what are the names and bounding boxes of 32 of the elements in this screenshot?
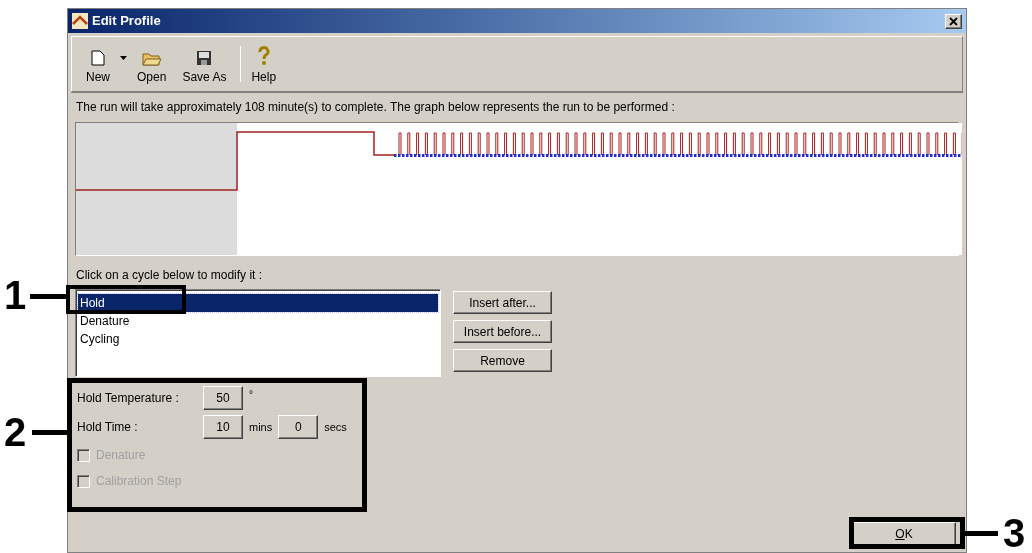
field-label: Hold Temperature : — [77, 390, 180, 407]
unit-label: mins — [249, 419, 273, 435]
question-mark-icon — [256, 46, 271, 66]
app-icon — [72, 13, 88, 29]
toolbar-button[interactable]: Open — [131, 42, 173, 86]
toolbar-button[interactable]: Help — [245, 42, 283, 86]
toolbar-button[interactable]: Save As — [176, 42, 233, 86]
callout-number: 2 — [4, 412, 27, 452]
document-icon — [91, 50, 105, 66]
run-duration-message: The run will take approximately 108 minute(s) to complete. The graph below represents the run to be performed : — [75, 99, 676, 116]
close-icon — [949, 16, 958, 26]
minutes-field[interactable]: 10 — [203, 415, 243, 439]
folder-icon — [141, 50, 162, 66]
temperature-field[interactable]: 50 — [203, 386, 243, 410]
window-title: Edit Profile — [92, 12, 162, 31]
list-action-button[interactable]: Insert after... — [453, 291, 552, 314]
cycle-list-item[interactable]: Denature — [78, 312, 438, 330]
unit-label: secs — [324, 419, 347, 435]
list-action-button[interactable]: Insert before... — [453, 320, 552, 343]
seconds-field[interactable]: 0 — [278, 415, 319, 439]
cycle-list-item[interactable]: Cycling — [78, 330, 438, 348]
unit-label: ° — [249, 388, 253, 402]
toolbar-button[interactable]: New — [80, 42, 116, 86]
callout-number: 1 — [4, 275, 27, 315]
field-label: Hold Time : — [77, 419, 139, 436]
list-action-button[interactable]: Remove — [453, 349, 552, 372]
ok-button[interactable]: OK — [852, 522, 956, 546]
dropdown-caret-icon[interactable] — [120, 56, 127, 60]
list-label: Click on a cycle below to modify it : — [76, 268, 264, 283]
callout-number: 3 — [1003, 513, 1026, 553]
cycle-list-item[interactable]: Hold — [78, 294, 438, 312]
close-button[interactable] — [945, 13, 962, 29]
